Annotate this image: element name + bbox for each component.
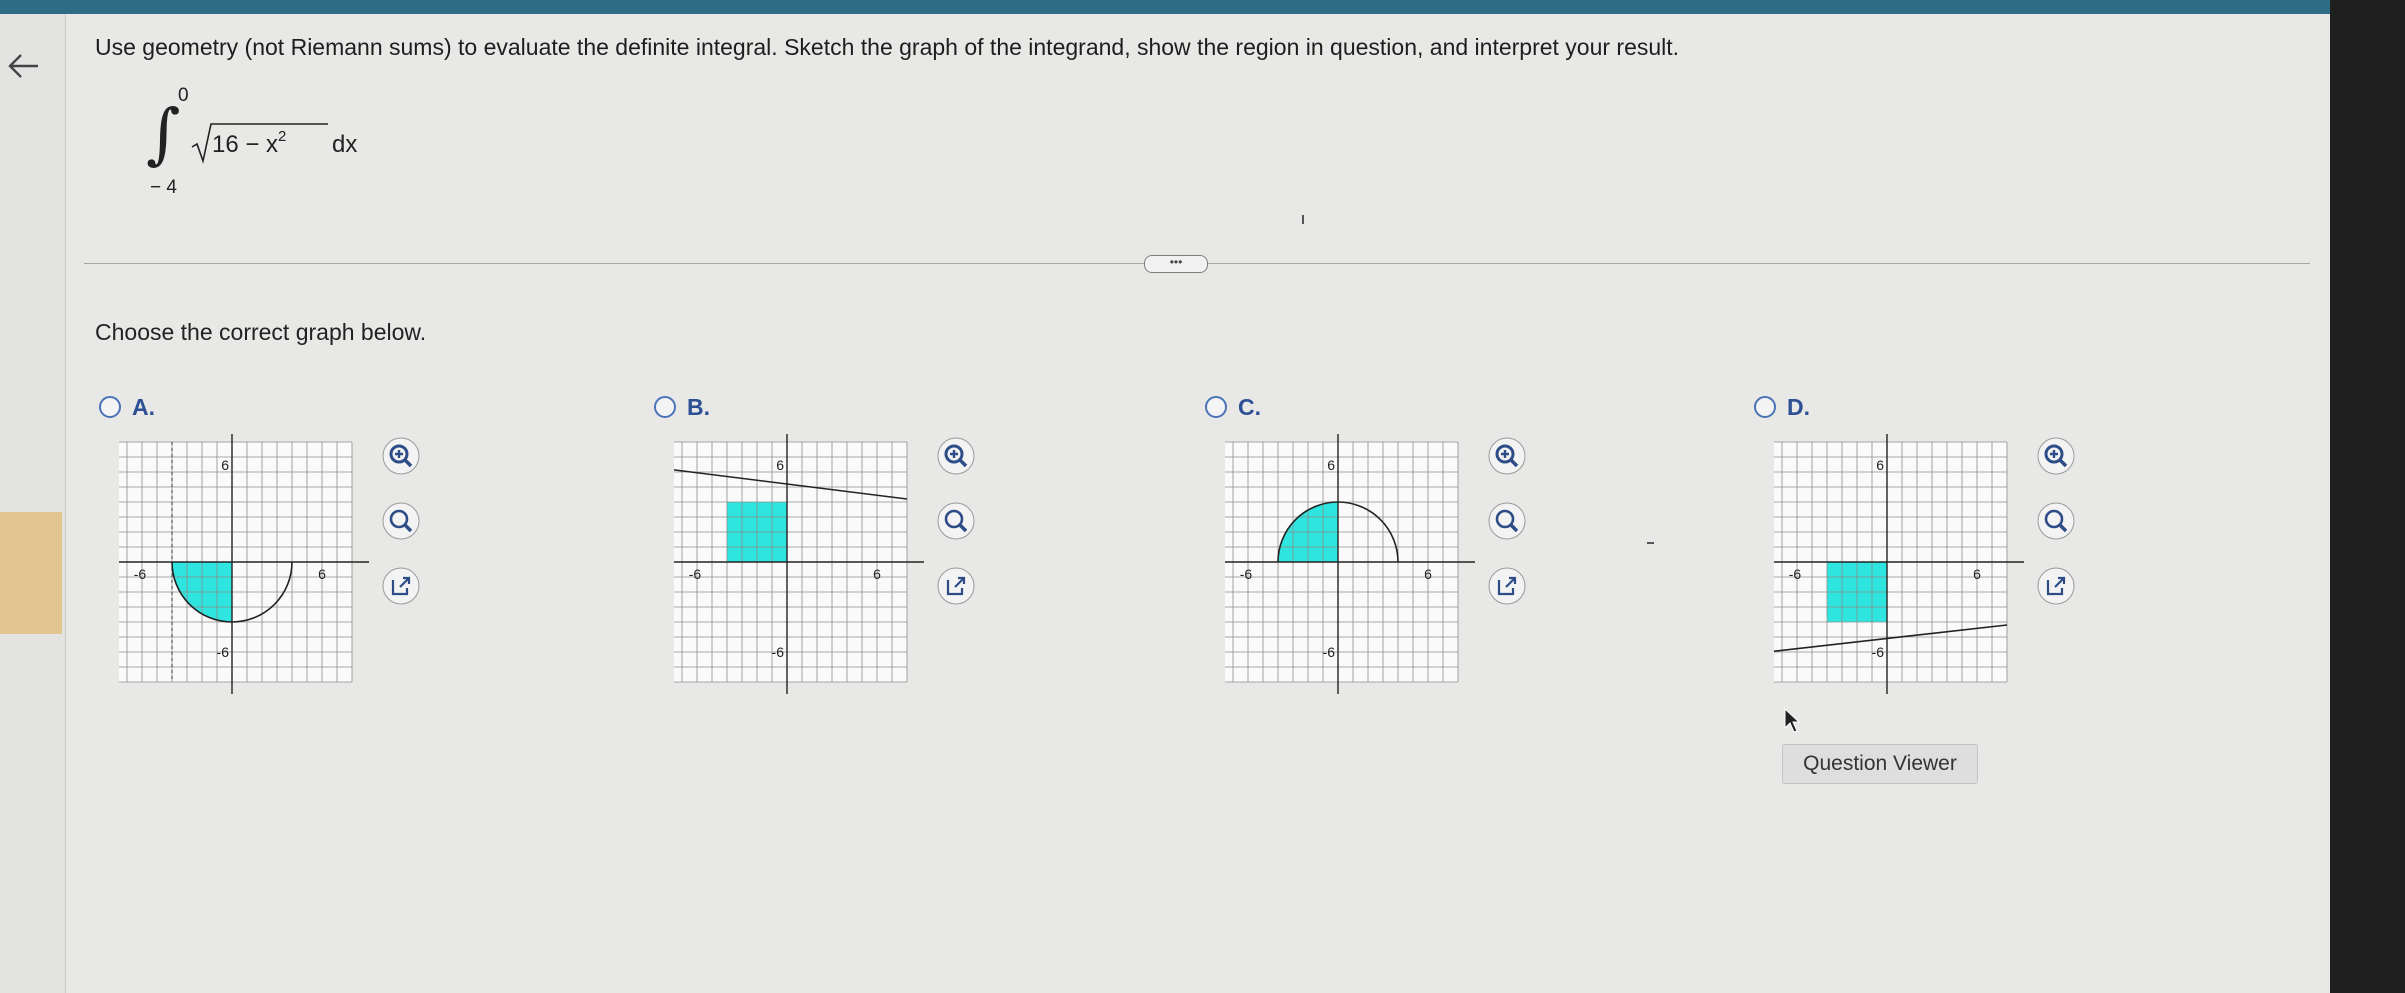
tick-label-x-negative: -6 [1789, 566, 1802, 582]
radicand-exponent: 2 [278, 128, 287, 145]
open-external-icon[interactable] [381, 566, 421, 606]
question-viewer-button[interactable]: Question Viewer [1782, 744, 1978, 784]
zoom-in-icon[interactable] [2036, 436, 2076, 476]
tick-label-x-positive: 6 [318, 566, 326, 582]
open-external-icon[interactable] [2036, 566, 2076, 606]
mouse-cursor-icon [1784, 708, 1800, 733]
choice-b-graph[interactable]: yx6-6-66 [674, 434, 924, 694]
choose-prompt: Choose the correct graph below. [95, 319, 427, 345]
choice-a-letter: A. [132, 394, 155, 420]
zoom-out-icon[interactable] [2036, 501, 2076, 541]
more-button[interactable]: ••• [1144, 255, 1208, 273]
choice-a[interactable]: A. yx6-6-66 [99, 394, 439, 694]
tick-label-x-negative: -6 [689, 566, 702, 582]
integral-differential: dx [332, 131, 358, 158]
graph-group: yx6-6-66 [119, 434, 369, 694]
graph-group: yx6-6-66 [1774, 434, 2024, 694]
open-external-icon[interactable] [1487, 566, 1527, 606]
choice-c-letter: C. [1238, 394, 1261, 420]
tick-label-y-positive: 6 [1876, 457, 1884, 473]
radicand-text: 16 − x [212, 131, 279, 158]
choice-d[interactable]: D. yx6-6-66 [1754, 394, 2094, 694]
integrand-radicand: 16 − x2 [212, 128, 287, 159]
zoom-in-icon[interactable] [936, 436, 976, 476]
choice-c-graph[interactable]: yx6-6-66 [1225, 434, 1475, 694]
tick-label-x-positive: 6 [1973, 566, 1981, 582]
choice-b[interactable]: B. yx6-6-66 [654, 394, 994, 694]
question-text: Use geometry (not Riemann sums) to evalu… [95, 34, 1680, 60]
left-rail [0, 14, 66, 993]
tick-label-x-negative: -6 [134, 566, 147, 582]
tick-label-y-positive: 6 [221, 457, 229, 473]
zoom-out-icon[interactable] [936, 501, 976, 541]
tick-label-y-negative: -6 [217, 644, 230, 660]
tick-label-y-negative: -6 [1872, 644, 1885, 660]
tick-label-y-negative: -6 [1323, 644, 1336, 660]
choice-b-radio[interactable] [654, 396, 676, 418]
zoom-out-icon[interactable] [1487, 501, 1527, 541]
choice-c-radio[interactable] [1205, 396, 1227, 418]
tick-label-x-negative: -6 [1240, 566, 1253, 582]
zoom-out-icon[interactable] [381, 501, 421, 541]
zoom-in-icon[interactable] [381, 436, 421, 476]
integral-expression: 0 ∫ − 4 16 − x2 dx [140, 85, 360, 205]
choice-b-letter: B. [687, 394, 710, 420]
zoom-in-icon[interactable] [1487, 436, 1527, 476]
choice-c[interactable]: C. yx6-6-66 [1205, 394, 1545, 694]
tick-label-y-negative: -6 [772, 644, 785, 660]
integral-sign-icon: ∫ [146, 95, 181, 172]
back-arrow-icon[interactable] [6, 48, 42, 84]
top-bar [0, 0, 2330, 14]
choice-a-graph[interactable]: yx6-6-66 [119, 434, 369, 694]
right-dark-edge [2330, 0, 2405, 993]
graph-group: yx6-6-66 [674, 434, 924, 694]
tick-label-x-positive: 6 [1424, 566, 1432, 582]
tick-label-x-positive: 6 [873, 566, 881, 582]
left-rail-accent [0, 512, 62, 634]
choice-a-radio[interactable] [99, 396, 121, 418]
choice-d-radio[interactable] [1754, 396, 1776, 418]
stray-mark [1302, 215, 1304, 224]
choice-d-graph[interactable]: yx6-6-66 [1774, 434, 2024, 694]
stray-mark [1647, 542, 1654, 544]
graph-group: yx6-6-66 [1225, 434, 1475, 694]
integral-lower-limit: − 4 [150, 177, 177, 198]
tick-label-y-positive: 6 [1327, 457, 1335, 473]
open-external-icon[interactable] [936, 566, 976, 606]
choice-d-letter: D. [1787, 394, 1810, 420]
tick-label-y-positive: 6 [776, 457, 784, 473]
